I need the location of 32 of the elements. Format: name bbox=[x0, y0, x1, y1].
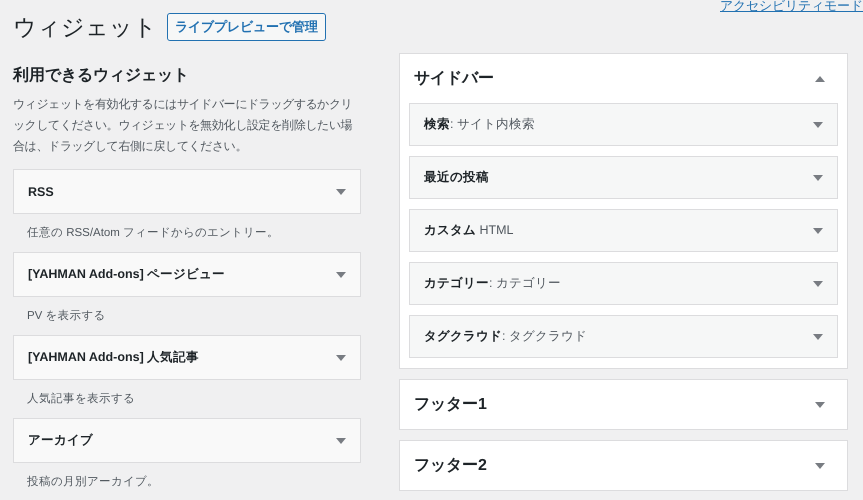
expand-arrow-icon[interactable] bbox=[336, 272, 346, 278]
widget-item[interactable]: カテゴリー: カテゴリー bbox=[409, 262, 838, 305]
expand-arrow-icon[interactable] bbox=[813, 334, 823, 340]
widget-item[interactable]: 検索: サイト内検索 bbox=[409, 103, 838, 146]
expand-arrow-icon[interactable] bbox=[336, 188, 346, 194]
page-title: ウィジェット bbox=[13, 12, 157, 42]
widget-description: PV を表示する bbox=[26, 308, 107, 324]
widget-item[interactable]: RSS bbox=[13, 169, 361, 214]
expand-arrow-icon[interactable] bbox=[815, 462, 825, 468]
widget-item[interactable]: 最近の投稿 bbox=[409, 156, 838, 199]
widget-item[interactable]: [YAHMAN Add-ons] ページビュー bbox=[13, 252, 361, 297]
expand-arrow-icon[interactable] bbox=[813, 122, 823, 128]
expand-arrow-icon[interactable] bbox=[336, 354, 346, 360]
widget-item[interactable]: タグクラウド: タグクラウド bbox=[409, 315, 838, 358]
expand-arrow-icon[interactable] bbox=[813, 174, 823, 180]
expand-arrow-icon[interactable] bbox=[813, 280, 823, 286]
widget-description: 任意の RSS/Atom フィードからのエントリー。 bbox=[26, 226, 280, 241]
widget-area-title[interactable]: フッター1 bbox=[414, 394, 487, 415]
manage-live-preview-button[interactable]: ライブプレビューで管理 bbox=[167, 13, 326, 41]
expand-arrow-icon[interactable] bbox=[336, 438, 346, 444]
widget-area-title[interactable]: フッター2 bbox=[414, 455, 487, 476]
widget-description: 人気記事を表示する bbox=[26, 392, 136, 407]
expand-arrow-icon[interactable] bbox=[813, 228, 823, 234]
widget-item[interactable]: アーカイブ bbox=[13, 418, 361, 463]
section-title: 利用できるウィジェット bbox=[13, 66, 190, 86]
widget-description: 投稿の月別アーカイブ。 bbox=[26, 474, 160, 490]
widget-item[interactable]: カスタム HTML bbox=[409, 209, 838, 252]
instructions-text: ウィジェットを有効化するにはサイドバーにドラッグするかクリックしてください。ウィジェットを無効化し設定を削除したい場合は、ドラッグして右側に戻してください。 bbox=[13, 96, 354, 155]
widget-item[interactable]: [YAHMAN Add-ons] 人気記事 bbox=[13, 335, 361, 380]
expand-arrow-icon[interactable] bbox=[815, 402, 825, 408]
widget-area-title[interactable]: サイドバー bbox=[414, 68, 494, 89]
collapse-arrow-icon[interactable] bbox=[815, 76, 825, 82]
